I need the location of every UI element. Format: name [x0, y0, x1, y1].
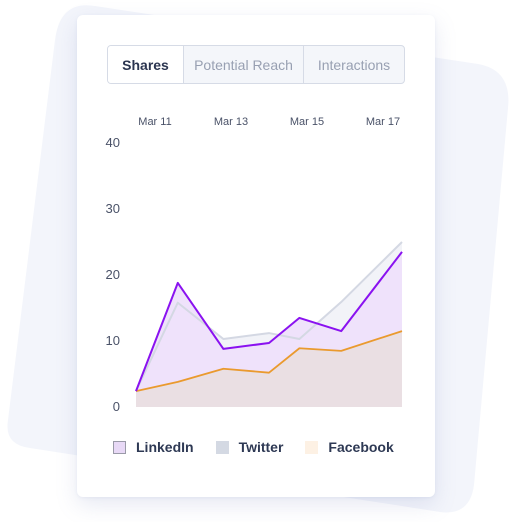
legend-item-linkedin[interactable]: LinkedIn: [113, 439, 194, 455]
y-tick-label: 0: [113, 399, 120, 414]
metric-tabs: Shares Potential Reach Interactions: [107, 45, 405, 84]
legend-swatch-facebook: [305, 440, 319, 454]
legend-label-twitter: Twitter: [238, 439, 284, 455]
x-tick-label: Mar 13: [214, 116, 248, 128]
y-tick-label: 30: [106, 201, 120, 216]
y-tick-label: 10: [106, 333, 120, 348]
tab-potential-reach[interactable]: Potential Reach: [183, 46, 303, 83]
chart-card: Shares Potential Reach Interactions Mar …: [77, 15, 435, 497]
legend-label-facebook: Facebook: [328, 439, 394, 455]
x-tick-label: Mar 11: [138, 116, 171, 128]
chart-legend: LinkedIn Twitter Facebook: [113, 439, 416, 455]
x-tick-label: Mar 17: [366, 116, 400, 128]
legend-swatch-linkedin: [113, 440, 126, 454]
tab-interactions[interactable]: Interactions: [303, 46, 404, 83]
legend-item-facebook[interactable]: Facebook: [305, 439, 394, 455]
y-tick-label: 40: [106, 135, 120, 150]
y-tick-label: 20: [106, 267, 120, 282]
legend-label-linkedin: LinkedIn: [136, 439, 194, 455]
legend-item-twitter[interactable]: Twitter: [215, 439, 284, 455]
legend-swatch-twitter: [215, 440, 229, 454]
shares-area-chart: Mar 11 Mar 13 Mar 15 Mar 17 40 30 20 10 0: [106, 116, 403, 414]
x-tick-label: Mar 15: [290, 116, 324, 128]
tab-shares[interactable]: Shares: [108, 46, 183, 83]
